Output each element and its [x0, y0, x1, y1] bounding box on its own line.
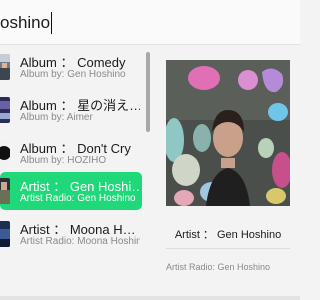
list-item[interactable]: Album ： Don't Cry Album by: HOZIHO	[0, 134, 142, 172]
detail-pane: Artist ： Gen Hoshino Artist Radio: Gen H…	[156, 48, 300, 300]
search-input[interactable]: oshino	[0, 13, 50, 33]
list-item[interactable]: Album ： 星の消え… Album by: Aimer	[0, 91, 142, 129]
text-caret	[51, 12, 53, 34]
detail-title: Artist ： Gen Hoshino	[174, 229, 282, 241]
item-subtitle: Album by: Gen Hoshino	[20, 69, 126, 80]
item-subtitle: Artist Radio: Moona Hoshino	[20, 236, 140, 247]
artist-thumbnail	[0, 178, 10, 204]
detail-divider	[166, 248, 290, 249]
item-subtitle: Artist Radio: Gen Hoshino	[20, 193, 136, 204]
artist-artwork	[166, 60, 290, 206]
album-art-thumbnail	[0, 140, 10, 166]
search-divider	[0, 44, 300, 45]
album-art-thumbnail	[0, 97, 10, 123]
item-subtitle: Album by: HOZIHO	[20, 155, 107, 166]
list-item-selected[interactable]: Artist ： Gen Hoshi… Artist Radio: Gen Ho…	[0, 172, 142, 210]
search-bar[interactable]: oshino	[0, 0, 300, 44]
list-item[interactable]: Album ： Comedy Album by: Gen Hoshino	[0, 48, 142, 86]
album-art-thumbnail	[0, 54, 10, 80]
item-subtitle: Album by: Aimer	[20, 112, 93, 123]
artist-thumbnail	[0, 221, 10, 247]
results-list: Album ： Comedy Album by: Gen Hoshino Alb…	[0, 48, 150, 248]
search-window: oshino Album ： Comedy Album by: Gen Hosh…	[0, 0, 300, 300]
list-item[interactable]: Artist ： Moona H… Artist Radio: Moona Ho…	[0, 215, 142, 253]
detail-subtitle: Artist Radio: Gen Hoshino	[166, 262, 271, 272]
window-bottom-edge	[0, 296, 300, 300]
results-scrollbar[interactable]	[146, 52, 150, 132]
